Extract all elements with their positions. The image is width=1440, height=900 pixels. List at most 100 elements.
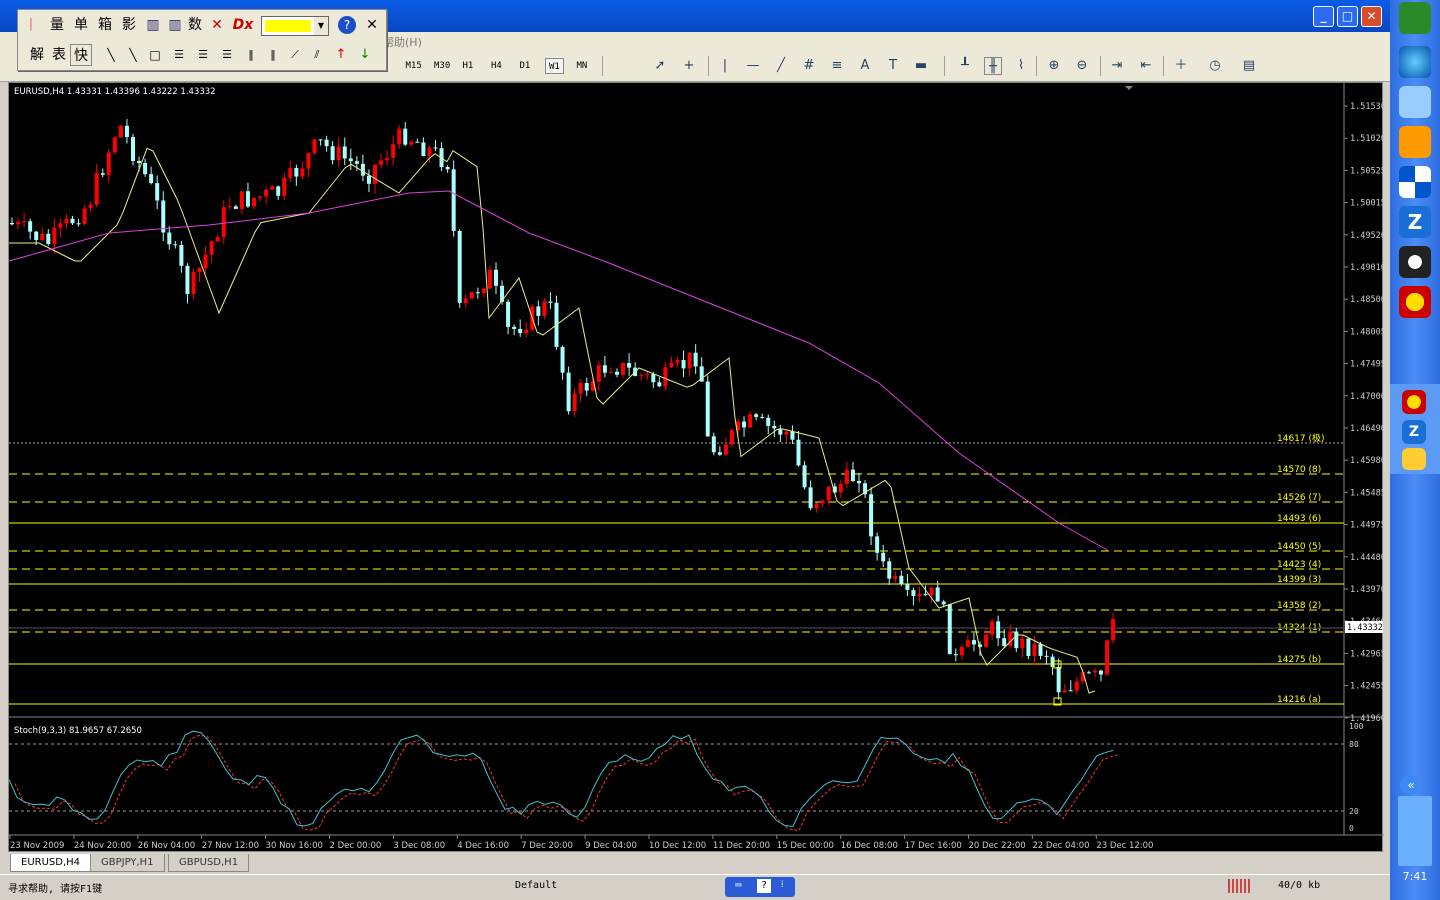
chart-shift-icon[interactable]: ⇤ — [1137, 57, 1155, 75]
level-label: 14399 (3) — [1277, 575, 1321, 585]
candle — [953, 654, 958, 656]
help-icon[interactable]: ? — [338, 16, 356, 34]
vlines-icon[interactable]: ‖ — [240, 44, 262, 66]
fib-tool-icon[interactable]: ☰ — [168, 44, 190, 66]
bars-grid-icon[interactable]: ▥ — [142, 14, 164, 36]
rectangle-icon[interactable]: □ — [144, 44, 166, 66]
chart-tab[interactable]: EURUSD,H4 — [10, 854, 92, 872]
dropdown-arrow-icon[interactable]: ▼ — [314, 17, 328, 35]
close-icon[interactable]: ✕ — [361, 14, 383, 36]
float-btn-1[interactable]: 量 — [46, 14, 68, 36]
templates-icon[interactable]: ▤ — [1240, 57, 1258, 75]
price-tick-label: 1.45980 — [1350, 456, 1384, 466]
color-picker[interactable]: ▼ — [261, 16, 329, 36]
ray-tool-icon[interactable]: ╲ — [122, 44, 144, 66]
candle — [984, 634, 989, 647]
trendline-icon[interactable]: ╱ — [772, 57, 790, 75]
float-row2-btn-2[interactable]: 表 — [48, 44, 70, 66]
float-btn-3[interactable]: 箱 — [94, 14, 116, 36]
autoscroll-icon[interactable]: ⇥ — [1108, 57, 1126, 75]
desktop-icon[interactable] — [1399, 86, 1431, 118]
candle — [548, 301, 553, 303]
keyboard-icon[interactable]: ⌨ — [735, 879, 742, 892]
bars-grid-icon[interactable]: ▥ — [164, 14, 186, 36]
candle — [270, 186, 275, 190]
candle — [506, 301, 511, 327]
app-red-icon[interactable] — [1399, 286, 1431, 318]
timeframe-h1[interactable]: H1 — [460, 58, 477, 74]
price-chart[interactable]: 1.51530 1.51020 1.50525 1.50015 1.49520 1.490… — [8, 83, 1386, 853]
ime-indicator[interactable]: ⌨ ? ⁞ — [725, 877, 795, 897]
candle-chart-icon[interactable]: ╫ — [984, 57, 1002, 75]
label-icon[interactable]: T — [884, 57, 902, 75]
tray-z-icon[interactable]: Z — [1402, 420, 1426, 444]
timeframe-mn[interactable]: MN — [574, 58, 591, 74]
windows-logo-icon[interactable] — [1399, 2, 1431, 34]
periods-icon[interactable]: ◷ — [1206, 57, 1224, 75]
gann-fan-icon[interactable]: ⫽ — [306, 44, 328, 66]
float-row2-btn-1[interactable]: 解 — [26, 44, 48, 66]
float-row2-btn-3[interactable]: 快 — [70, 44, 92, 66]
time-label: 27 Nov 12:00 — [202, 841, 259, 851]
grid-tool-icon[interactable]: ☰ — [216, 44, 238, 66]
vertical-line-icon[interactable]: | — [716, 57, 734, 75]
tray-collapse-icon[interactable]: « — [1400, 776, 1422, 794]
close-button[interactable]: ✕ — [1361, 6, 1382, 27]
zoom-out-icon[interactable]: ⊖ — [1073, 57, 1091, 75]
cross-icon[interactable]: ✕ — [206, 14, 228, 36]
candle — [88, 204, 93, 209]
candle — [857, 481, 861, 484]
crosshair-icon[interactable]: + — [680, 57, 698, 75]
menu-help[interactable]: 帮助(H) — [383, 34, 422, 50]
candle — [893, 575, 898, 579]
candle — [481, 288, 486, 294]
channel-icon[interactable]: # — [800, 57, 818, 75]
candle — [227, 206, 232, 208]
minimize-button[interactable]: _ — [1313, 6, 1334, 27]
dx-icon[interactable]: Dx — [232, 14, 254, 36]
app-blue-icon[interactable] — [1399, 166, 1431, 198]
arrow-sign-icon[interactable]: ▬ — [912, 57, 930, 75]
down-arrow-icon[interactable]: ↓ — [354, 44, 376, 66]
timeframe-m15[interactable]: M15 — [403, 58, 425, 74]
timeframe-d1[interactable]: D1 — [517, 58, 534, 74]
chart-tab[interactable]: GBPUSD,H1 — [168, 854, 250, 872]
candle — [796, 439, 801, 466]
pencils-icon[interactable] — [1399, 126, 1431, 158]
float-btn-5[interactable]: 数 — [184, 14, 206, 36]
level-label: 14450 (5) — [1277, 542, 1321, 552]
indicators-icon[interactable]: ＋ — [1172, 57, 1190, 75]
chart-area[interactable]: 1.51530 1.51020 1.50525 1.50015 1.49520 1.490… — [8, 82, 1386, 853]
tray-app-icon[interactable] — [1402, 390, 1426, 414]
vlines2-icon[interactable]: ‖ — [262, 44, 284, 66]
bars-icon[interactable]: ᛁ — [20, 14, 42, 36]
zoom-in-icon[interactable]: ⊕ — [1045, 57, 1063, 75]
chart-tab[interactable]: GBPJPY,H1 — [90, 854, 165, 872]
candle — [28, 221, 33, 232]
horizontal-line-icon[interactable]: — — [744, 57, 762, 75]
maximize-button[interactable]: □ — [1337, 6, 1358, 27]
line-chart-icon[interactable]: ⌇ — [1012, 57, 1030, 75]
bar-chart-icon[interactable]: ┸ — [956, 57, 974, 75]
candle — [869, 494, 874, 537]
cursor-icon[interactable]: ➚ — [651, 57, 669, 75]
float-btn-2[interactable]: 单 — [70, 14, 92, 36]
levels-tool-icon[interactable]: ☰ — [192, 44, 214, 66]
ie-icon[interactable] — [1399, 46, 1431, 78]
up-arrow-icon[interactable]: ↑ — [330, 44, 352, 66]
ime-help-icon[interactable]: ? — [757, 879, 771, 893]
text-icon[interactable]: A — [856, 57, 874, 75]
line-tool-icon[interactable]: ╲ — [100, 44, 122, 66]
fibonacci-icon[interactable]: ≡ — [828, 57, 846, 75]
qq-icon[interactable] — [1399, 246, 1431, 278]
float-btn-4[interactable]: 影 — [118, 14, 140, 36]
candle — [94, 173, 99, 205]
timeframe-m30[interactable]: M30 — [431, 58, 453, 74]
tray-folder-icon[interactable] — [1402, 448, 1426, 470]
timeframe-h4[interactable]: H4 — [488, 58, 505, 74]
fan-icon[interactable]: ⟋ — [284, 44, 306, 66]
ime-menu-icon[interactable]: ⁞ — [781, 879, 784, 890]
candle — [1026, 638, 1031, 657]
timeframe-w1[interactable]: W1 — [545, 58, 564, 74]
z-app-icon[interactable]: Z — [1399, 206, 1431, 238]
